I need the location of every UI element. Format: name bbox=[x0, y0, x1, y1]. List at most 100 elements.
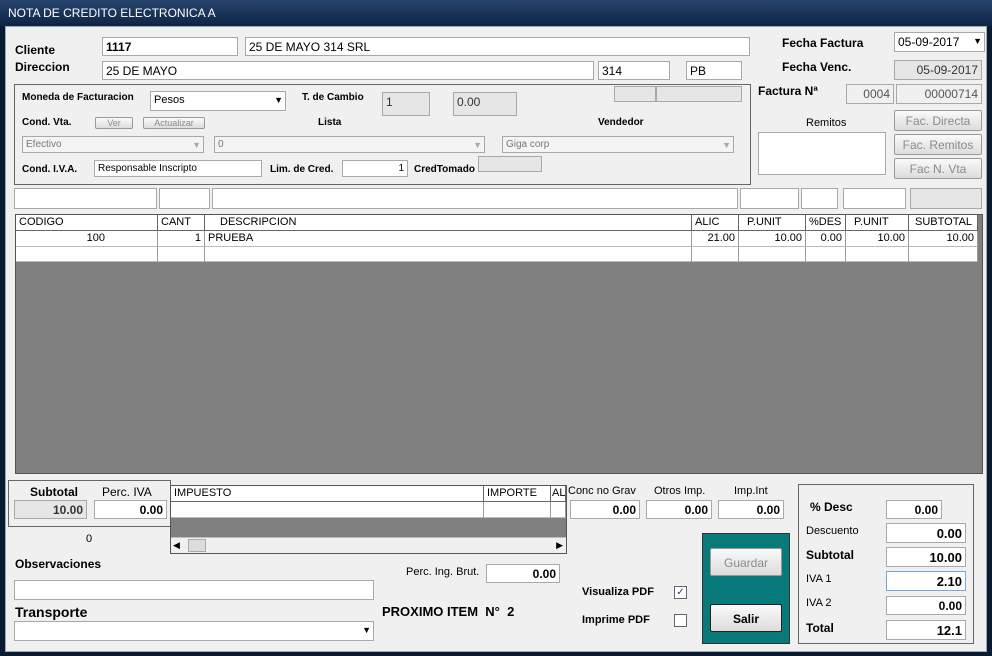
col-header-cant[interactable]: CANT bbox=[158, 215, 205, 231]
moneda-select[interactable]: Pesos ▼ bbox=[150, 91, 286, 111]
impuesto-row-cell[interactable] bbox=[171, 502, 484, 518]
row-2-punit2[interactable] bbox=[846, 247, 909, 262]
blank-field-1[interactable] bbox=[614, 86, 656, 102]
col-header-punit[interactable]: P.UNIT bbox=[739, 215, 806, 231]
row-1-punit[interactable]: 10.00 bbox=[739, 231, 806, 247]
transporte-select[interactable]: ▼ bbox=[14, 621, 374, 641]
direccion-number-input[interactable]: 314 bbox=[598, 61, 670, 80]
vendedor-value: Giga corp bbox=[506, 139, 550, 150]
row-1-alic[interactable]: 21.00 bbox=[692, 231, 739, 247]
row-2-alic[interactable] bbox=[692, 247, 739, 262]
guardar-button[interactable]: Guardar bbox=[710, 548, 782, 576]
direccion-floor-input[interactable]: PB bbox=[686, 61, 742, 80]
row-2-codigo[interactable] bbox=[16, 247, 158, 262]
impint-input[interactable]: 0.00 bbox=[718, 500, 784, 519]
otros-input[interactable]: 0.00 bbox=[646, 500, 712, 519]
col-header-importe[interactable]: IMPORTE bbox=[484, 486, 551, 502]
lista-label: Lista bbox=[318, 117, 342, 128]
scroll-right-icon[interactable]: ▶ bbox=[556, 540, 563, 551]
descuento-label: Descuento bbox=[806, 525, 859, 537]
fac-nvta-button[interactable]: Fac N. Vta bbox=[894, 158, 982, 179]
scroll-thumb[interactable] bbox=[188, 539, 206, 552]
totals-subtotal-input[interactable]: 10.00 bbox=[886, 547, 966, 567]
entry-subtotal-input[interactable] bbox=[910, 188, 982, 209]
col-header-impuesto[interactable]: IMPUESTO bbox=[171, 486, 484, 502]
col-header-codigo[interactable]: CODIGO bbox=[16, 215, 158, 231]
credtomado-input[interactable] bbox=[478, 156, 542, 172]
direccion-street-input[interactable]: 25 DE MAYO bbox=[102, 61, 594, 80]
al-row-cell[interactable] bbox=[551, 502, 566, 518]
total-input[interactable]: 12.1 bbox=[886, 620, 966, 640]
chevron-down-icon[interactable]: ▼ bbox=[973, 36, 982, 46]
fecha-venc-input[interactable]: 05-09-2017 bbox=[894, 60, 982, 80]
col-header-subtotal[interactable]: SUBTOTAL bbox=[909, 215, 978, 231]
row-1-subtotal[interactable]: 10.00 bbox=[909, 231, 978, 247]
vendedor-select[interactable]: Giga corp ▼ bbox=[502, 136, 734, 153]
row-1-cant[interactable]: 1 bbox=[158, 231, 205, 247]
row-2-subtotal[interactable] bbox=[909, 247, 978, 262]
row-2-des[interactable] bbox=[806, 247, 846, 262]
fac-remitos-button[interactable]: Fac. Remitos bbox=[894, 134, 982, 155]
factura-num-input[interactable]: 00000714 bbox=[896, 84, 982, 104]
perc-ingbrut-input[interactable]: 0.00 bbox=[486, 564, 560, 583]
col-header-descripcion[interactable]: DESCRIPCION bbox=[205, 215, 692, 231]
tcambio-value-input[interactable]: 0.00 bbox=[453, 92, 517, 116]
row-1-codigo[interactable]: 100 bbox=[16, 231, 158, 247]
conc-input[interactable]: 0.00 bbox=[570, 500, 640, 519]
chevron-down-icon[interactable]: ▼ bbox=[362, 625, 371, 635]
window-titlebar: NOTA DE CREDITO ELECTRONICA A bbox=[0, 0, 992, 26]
limcred-input[interactable]: 1 bbox=[342, 160, 408, 177]
iva1-input[interactable]: 2.10 bbox=[886, 571, 966, 591]
salir-button[interactable]: Salir bbox=[710, 604, 782, 632]
chevron-down-icon[interactable]: ▼ bbox=[473, 140, 482, 150]
fecha-factura-picker[interactable]: 05-09-2017 ▼ bbox=[894, 32, 985, 52]
fac-directa-button[interactable]: Fac. Directa bbox=[894, 110, 982, 131]
row-2-cant[interactable] bbox=[158, 247, 205, 262]
actualizar-button[interactable]: Actualizar bbox=[143, 117, 205, 129]
col-header-des[interactable]: %DES bbox=[806, 215, 846, 231]
entry-punit-input[interactable] bbox=[843, 188, 906, 209]
chevron-down-icon[interactable]: ▼ bbox=[722, 140, 731, 150]
entry-alic-input[interactable] bbox=[740, 188, 799, 209]
lista-select[interactable]: 0 ▼ bbox=[214, 136, 485, 153]
ver-button[interactable]: Ver bbox=[95, 117, 133, 129]
row-1-punit2[interactable]: 10.00 bbox=[846, 231, 909, 247]
tax-subtotal-input[interactable]: 10.00 bbox=[14, 500, 87, 519]
remitos-list[interactable] bbox=[758, 132, 886, 175]
condiva-label: Cond. I.V.A. bbox=[22, 164, 78, 175]
col-header-alic[interactable]: ALIC bbox=[692, 215, 739, 231]
descuento-input[interactable]: 0.00 bbox=[886, 523, 966, 543]
row-1-des[interactable]: 0.00 bbox=[806, 231, 846, 247]
visualiza-pdf-checkbox[interactable]: ✓ bbox=[674, 586, 687, 599]
condiva-input[interactable]: Responsable Inscripto bbox=[94, 160, 262, 177]
iva2-input[interactable]: 0.00 bbox=[886, 596, 966, 615]
factura-pv-input[interactable]: 0004 bbox=[846, 84, 894, 104]
entry-cant-input[interactable] bbox=[159, 188, 210, 209]
cliente-name-input[interactable]: 25 DE MAYO 314 SRL bbox=[245, 37, 750, 56]
desc-pct-input[interactable]: 0.00 bbox=[886, 500, 942, 519]
entry-descripcion-input[interactable] bbox=[212, 188, 738, 209]
perc-iva-input[interactable]: 0.00 bbox=[94, 500, 167, 519]
row-2-descripcion[interactable] bbox=[205, 247, 692, 262]
observaciones-input[interactable] bbox=[14, 580, 374, 600]
entry-des-input[interactable] bbox=[801, 188, 838, 209]
imprime-pdf-checkbox[interactable] bbox=[674, 614, 687, 627]
row-1-descripcion[interactable]: PRUEBA bbox=[205, 231, 692, 247]
importe-row-cell[interactable] bbox=[484, 502, 551, 518]
condvta-label: Cond. Vta. bbox=[22, 117, 72, 128]
scroll-left-icon[interactable]: ◀ bbox=[173, 540, 180, 551]
col-header-al[interactable]: AL bbox=[551, 486, 566, 502]
chevron-down-icon[interactable]: ▼ bbox=[274, 95, 283, 105]
entry-codigo-input[interactable] bbox=[14, 188, 157, 209]
blank-field-2[interactable] bbox=[656, 86, 742, 102]
cliente-code-input[interactable]: 1117 bbox=[102, 37, 238, 56]
condvta-select[interactable]: Efectivo ▼ bbox=[22, 136, 204, 153]
tcambio-input[interactable]: 1 bbox=[382, 92, 430, 116]
impuestos-hscrollbar[interactable]: ◀ ▶ bbox=[171, 537, 566, 553]
chevron-down-icon[interactable]: ▼ bbox=[192, 140, 201, 150]
row-2-punit[interactable] bbox=[739, 247, 806, 262]
fecha-venc-label: Fecha Venc. bbox=[782, 60, 852, 74]
col-header-punit2[interactable]: P.UNIT bbox=[846, 215, 909, 231]
visualiza-pdf-label: Visualiza PDF bbox=[582, 586, 654, 598]
credtomado-label: CredTomado bbox=[414, 164, 475, 175]
